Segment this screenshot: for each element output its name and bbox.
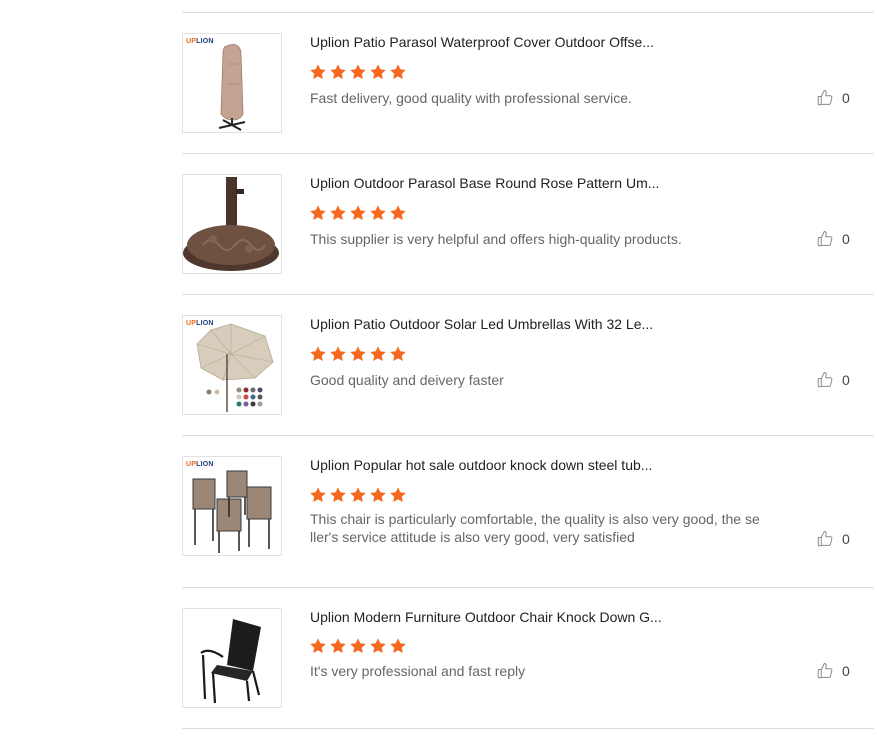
- star-rating: [309, 63, 407, 81]
- thumbs-up-icon: [816, 371, 834, 389]
- thumbs-up-icon: [816, 662, 834, 680]
- product-title[interactable]: Uplion Popular hot sale outdoor knock do…: [310, 457, 652, 473]
- review-comment: It's very professional and fast reply: [310, 663, 526, 679]
- star-icon: [389, 63, 407, 81]
- star-icon: [369, 637, 387, 655]
- review-item: Uplion Modern Furniture Outdoor Chair Kn…: [182, 588, 874, 728]
- star-icon: [329, 63, 347, 81]
- product-title[interactable]: Uplion Modern Furniture Outdoor Chair Kn…: [310, 609, 662, 625]
- review-comment: Fast delivery, good quality with profess…: [310, 90, 632, 106]
- brand-logo: UPLION: [186, 461, 214, 468]
- chair-set-image[interactable]: UPLION: [182, 456, 282, 556]
- star-icon: [309, 63, 327, 81]
- product-title[interactable]: Uplion Patio Parasol Waterproof Cover Ou…: [310, 34, 654, 50]
- star-icon: [369, 63, 387, 81]
- solar-umbrella-image[interactable]: UPLION: [182, 315, 282, 415]
- star-icon: [329, 637, 347, 655]
- review-comment: This chair is particularly comfortable, …: [310, 511, 760, 545]
- star-icon: [349, 345, 367, 363]
- product-title[interactable]: Uplion Outdoor Parasol Base Round Rose P…: [310, 175, 659, 191]
- like-button[interactable]: 0: [816, 371, 850, 389]
- star-icon: [349, 637, 367, 655]
- like-button[interactable]: 0: [816, 89, 850, 107]
- review-item: Uplion Outdoor Parasol Base Round Rose P…: [182, 154, 874, 294]
- star-rating: [309, 637, 407, 655]
- parasol-cover-image[interactable]: UPLION: [182, 33, 282, 133]
- like-button[interactable]: 0: [816, 230, 850, 248]
- star-icon: [309, 204, 327, 222]
- black-chair-image[interactable]: [182, 608, 282, 708]
- review-item: UPLION Uplion Patio Outdoor Solar Led Um…: [182, 295, 874, 435]
- star-icon: [329, 345, 347, 363]
- review-item: UPLION Uplion Patio Parasol Waterproof C…: [182, 13, 874, 153]
- brand-logo: UPLION: [186, 38, 214, 45]
- star-icon: [309, 637, 327, 655]
- star-icon: [349, 204, 367, 222]
- star-rating: [309, 204, 407, 222]
- thumbs-up-icon: [816, 89, 834, 107]
- like-button[interactable]: 0: [816, 530, 850, 548]
- divider: [182, 728, 874, 729]
- star-icon: [349, 63, 367, 81]
- star-icon: [369, 486, 387, 504]
- review-comment: This supplier is very helpful and offers…: [310, 231, 682, 247]
- star-icon: [309, 486, 327, 504]
- star-icon: [309, 345, 327, 363]
- product-title[interactable]: Uplion Patio Outdoor Solar Led Umbrellas…: [310, 316, 653, 332]
- review-comment: Good quality and deivery faster: [310, 372, 504, 388]
- star-icon: [389, 345, 407, 363]
- star-icon: [329, 486, 347, 504]
- parasol-base-image[interactable]: [182, 174, 282, 274]
- star-icon: [349, 486, 367, 504]
- review-list: UPLION Uplion Patio Parasol Waterproof C…: [182, 12, 874, 729]
- thumbs-up-icon: [816, 530, 834, 548]
- star-rating: [309, 486, 407, 504]
- like-count: 0: [842, 231, 850, 247]
- star-icon: [369, 345, 387, 363]
- like-button[interactable]: 0: [816, 662, 850, 680]
- like-count: 0: [842, 663, 850, 679]
- star-icon: [389, 204, 407, 222]
- star-icon: [389, 486, 407, 504]
- star-icon: [369, 204, 387, 222]
- star-icon: [329, 204, 347, 222]
- star-rating: [309, 345, 407, 363]
- like-count: 0: [842, 372, 850, 388]
- brand-logo: UPLION: [186, 320, 214, 327]
- review-item: UPLION Uplion Popular hot sale outdoor k…: [182, 436, 874, 587]
- star-icon: [389, 637, 407, 655]
- thumbs-up-icon: [816, 230, 834, 248]
- like-count: 0: [842, 531, 850, 547]
- like-count: 0: [842, 90, 850, 106]
